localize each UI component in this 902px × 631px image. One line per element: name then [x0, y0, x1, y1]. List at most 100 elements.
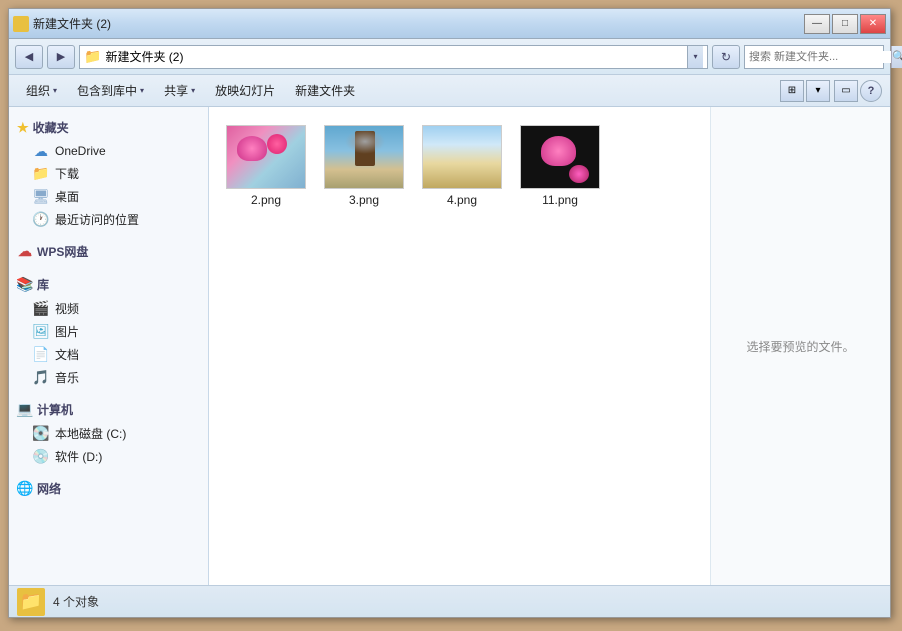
content-area: 2.png 3.png 4.png [209, 107, 890, 585]
network-icon: 🌐 [17, 481, 33, 497]
sidebar-item-docs[interactable]: 📄 文档 [9, 343, 208, 366]
file-item-2[interactable]: 2.png [221, 119, 311, 213]
back-button[interactable]: ◀ [15, 45, 43, 69]
address-dropdown-btn[interactable]: ▾ [687, 46, 703, 68]
refresh-button[interactable]: ↻ [712, 45, 740, 69]
video-label: 视频 [55, 300, 79, 317]
address-input[interactable] [105, 50, 683, 64]
library-icon: 📚 [17, 277, 33, 293]
sidebar-network-section: 🌐 网络 [9, 476, 208, 501]
organize-label: 组织 [26, 82, 50, 99]
sidebar-wps-section: ☁ WPS网盘 [9, 239, 208, 264]
title-bar: 新建文件夹 (2) — □ ✕ [9, 9, 890, 39]
sidebar-item-c-drive[interactable]: 💽 本地磁盘 (C:) [9, 422, 208, 445]
recent-icon: 🕐 [33, 212, 49, 228]
desktop-label: 桌面 [55, 188, 79, 205]
sidebar-library-header: 📚 库 [9, 272, 208, 297]
drive-icon: 💿 [33, 449, 49, 465]
forward-button[interactable]: ▶ [47, 45, 75, 69]
downloads-label: 下载 [55, 165, 79, 182]
file-name-3: 3.png [349, 193, 379, 207]
view-buttons: ⊞ ▾ ▭ [780, 80, 858, 102]
sidebar-item-d-drive[interactable]: 💿 软件 (D:) [9, 445, 208, 468]
star-icon: ★ [17, 120, 29, 136]
share-label: 共享 [164, 82, 188, 99]
file-thumbnail-2 [226, 125, 306, 189]
sidebar-library-section: 📚 库 🎬 视频 🖼 图片 📄 文档 🎵 音乐 [9, 272, 208, 389]
images-label: 图片 [55, 323, 79, 340]
view-list-btn[interactable]: ▭ [834, 80, 858, 102]
sidebar-item-onedrive[interactable]: ☁ OneDrive [9, 140, 208, 162]
hdd-icon: 💽 [33, 426, 49, 442]
preview-text: 选择要预览的文件。 [746, 338, 854, 355]
folder-icon: 📁 [33, 166, 49, 182]
status-folder-icon: 📁 [17, 588, 45, 616]
title-bar-controls: — □ ✕ [804, 14, 886, 34]
toolbar: 组织 ▾ 包含到库中 ▾ 共享 ▾ 放映幻灯片 新建文件夹 ⊞ ▾ ▭ ? [9, 75, 890, 107]
help-button[interactable]: ? [860, 80, 882, 102]
share-button[interactable]: 共享 ▾ [155, 79, 204, 103]
minimize-button[interactable]: — [804, 14, 830, 34]
address-input-wrap: 📁 ▾ [79, 45, 708, 69]
doc-icon: 📄 [33, 347, 49, 363]
include-library-arrow: ▾ [140, 86, 144, 95]
music-label: 音乐 [55, 369, 79, 386]
include-library-button[interactable]: 包含到库中 ▾ [68, 79, 153, 103]
file-item-11[interactable]: 11.png [515, 119, 605, 213]
view-icon-btn[interactable]: ⊞ [780, 80, 804, 102]
status-count: 4 个对象 [53, 593, 99, 610]
include-library-label: 包含到库中 [77, 82, 137, 99]
thumb-4-img [423, 126, 501, 188]
file-item-3[interactable]: 3.png [319, 119, 409, 213]
window-title: 新建文件夹 (2) [33, 15, 111, 32]
file-thumbnail-4 [422, 125, 502, 189]
network-label: 网络 [37, 480, 61, 497]
sidebar-item-recent[interactable]: 🕐 最近访问的位置 [9, 208, 208, 231]
search-button[interactable]: 🔍 [891, 46, 902, 68]
sidebar-computer-section: 💻 计算机 💽 本地磁盘 (C:) 💿 软件 (D:) [9, 397, 208, 468]
sidebar-item-desktop[interactable]: 🖥 桌面 [9, 185, 208, 208]
view-dropdown-btn[interactable]: ▾ [806, 80, 830, 102]
explorer-window: 新建文件夹 (2) — □ ✕ ◀ ▶ 📁 ▾ ↻ 🔍 组织 ▾ 包含到库中 ▾ [8, 8, 891, 618]
sidebar: ★ 收藏夹 ☁ OneDrive 📁 下载 🖥 桌面 🕐 最近访问的位 [9, 107, 209, 585]
maximize-button[interactable]: □ [832, 14, 858, 34]
organize-button[interactable]: 组织 ▾ [17, 79, 66, 103]
folder-icon: 📁 [84, 48, 101, 65]
cloud-icon: ☁ [33, 143, 49, 159]
desktop-icon: 🖥 [33, 189, 49, 205]
sidebar-item-downloads[interactable]: 📁 下载 [9, 162, 208, 185]
computer-icon: 💻 [17, 402, 33, 418]
file-thumbnail-3 [324, 125, 404, 189]
main-area: ★ 收藏夹 ☁ OneDrive 📁 下载 🖥 桌面 🕐 最近访问的位 [9, 107, 890, 585]
c-drive-label: 本地磁盘 (C:) [55, 425, 126, 442]
share-arrow: ▾ [191, 86, 195, 95]
search-input[interactable] [749, 51, 891, 63]
file-thumbnail-11 [520, 125, 600, 189]
preview-panel: 选择要预览的文件。 [710, 107, 890, 585]
file-grid: 2.png 3.png 4.png [209, 107, 710, 585]
onedrive-label: OneDrive [55, 144, 106, 158]
title-bar-left: 新建文件夹 (2) [13, 15, 111, 32]
sidebar-wps-header: ☁ WPS网盘 [9, 239, 208, 264]
wps-label: WPS网盘 [37, 243, 88, 260]
close-button[interactable]: ✕ [860, 14, 886, 34]
sidebar-computer-header: 💻 计算机 [9, 397, 208, 422]
sidebar-favorites-section: ★ 收藏夹 ☁ OneDrive 📁 下载 🖥 桌面 🕐 最近访问的位 [9, 115, 208, 231]
new-folder-button[interactable]: 新建文件夹 [286, 79, 364, 103]
file-item-4[interactable]: 4.png [417, 119, 507, 213]
sidebar-item-music[interactable]: 🎵 音乐 [9, 366, 208, 389]
sidebar-item-video[interactable]: 🎬 视频 [9, 297, 208, 320]
music-icon: 🎵 [33, 370, 49, 386]
sidebar-item-images[interactable]: 🖼 图片 [9, 320, 208, 343]
favorites-label: 收藏夹 [33, 119, 69, 136]
slideshow-button[interactable]: 放映幻灯片 [206, 79, 284, 103]
library-label: 库 [37, 276, 49, 293]
thumb-2-img [227, 126, 305, 188]
slideshow-label: 放映幻灯片 [215, 82, 275, 99]
organize-arrow: ▾ [53, 86, 57, 95]
window-icon [13, 16, 29, 32]
thumb-11-img [521, 126, 599, 188]
docs-label: 文档 [55, 346, 79, 363]
thumb-3-img [325, 126, 403, 188]
sidebar-favorites-header: ★ 收藏夹 [9, 115, 208, 140]
